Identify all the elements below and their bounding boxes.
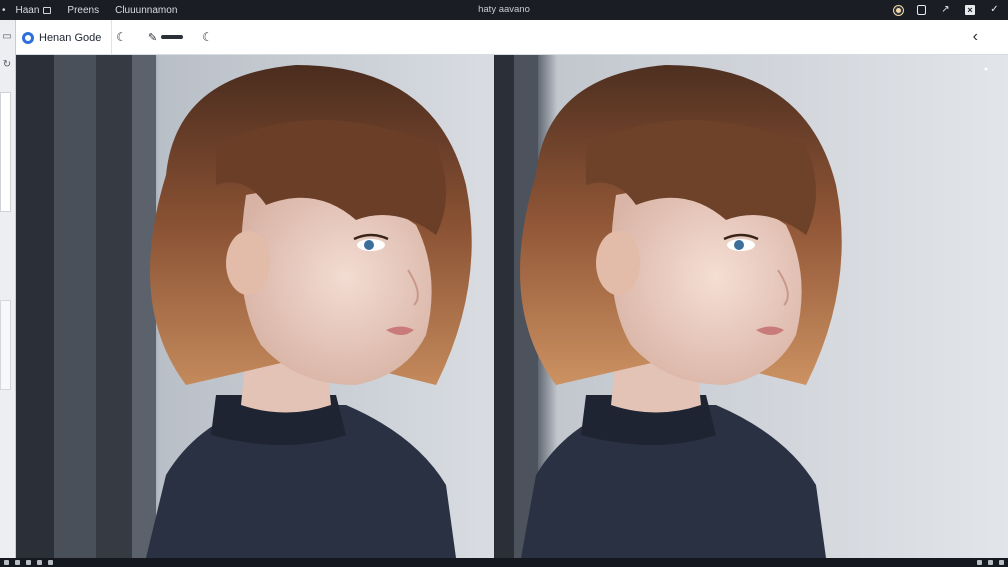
app-glyph-icon: • [2, 4, 6, 16]
taskbar [0, 558, 1008, 567]
mail-icon [43, 6, 52, 14]
pen-tool-icon[interactable]: ✎ [148, 29, 184, 45]
system-tray: ↗ × ✓ [894, 2, 1000, 18]
battery-icon[interactable] [999, 560, 1004, 565]
menu-item-label: Preens [67, 4, 100, 16]
app-toolbar: Henan Gode ☾ ✎ ☾ ‹ [16, 20, 1008, 55]
brand-logo-icon [22, 31, 34, 44]
menu-item-haan[interactable]: Haan [10, 5, 58, 16]
brand-label: Henan Gode [39, 31, 102, 44]
check-icon[interactable]: ✓ [989, 5, 1000, 16]
search-icon[interactable] [15, 560, 20, 565]
edited-image[interactable] [496, 55, 1008, 558]
original-image[interactable] [16, 55, 494, 558]
menu-item-cluuunnamon[interactable]: Cluuunnamon [109, 5, 183, 16]
document-icon[interactable] [917, 5, 926, 15]
taskbar-right-icons [977, 560, 1004, 565]
title-bar: • Haan Preens Cluuunnamon haty aavano ↗ … [0, 0, 1008, 20]
app-icon[interactable] [48, 560, 53, 565]
menu-item-label: Haan [15, 4, 40, 16]
redo-icon[interactable]: ☾ [202, 29, 213, 45]
app-icon[interactable] [26, 560, 31, 565]
menu-item-label: Cluuunnamon [115, 4, 178, 16]
menu-item-preens[interactable]: Preens [61, 5, 105, 16]
pen-icon[interactable]: ↗ [940, 5, 951, 16]
network-icon[interactable] [977, 560, 982, 565]
close-box-icon[interactable]: × [965, 5, 975, 15]
image-canvas [16, 55, 1008, 558]
taskbar-left-icons [4, 560, 53, 565]
chevron-left-icon[interactable]: ‹ [973, 28, 978, 46]
start-icon[interactable] [4, 560, 9, 565]
gutter-panel-secondary[interactable] [0, 300, 11, 390]
status-dot-icon[interactable] [894, 5, 903, 15]
gutter-refresh-icon[interactable]: ↻ [0, 56, 14, 74]
volume-icon[interactable] [988, 560, 993, 565]
gutter-expand-icon[interactable]: ▭ [0, 28, 14, 46]
brand-button[interactable]: Henan Gode [22, 20, 113, 55]
menu-bar: • Haan Preens Cluuunnamon [0, 0, 183, 20]
undo-icon[interactable]: ☾ [116, 29, 127, 45]
gutter-panel[interactable] [0, 92, 11, 212]
left-gutter: ▭ ↻ [0, 20, 16, 558]
app-icon[interactable] [37, 560, 42, 565]
